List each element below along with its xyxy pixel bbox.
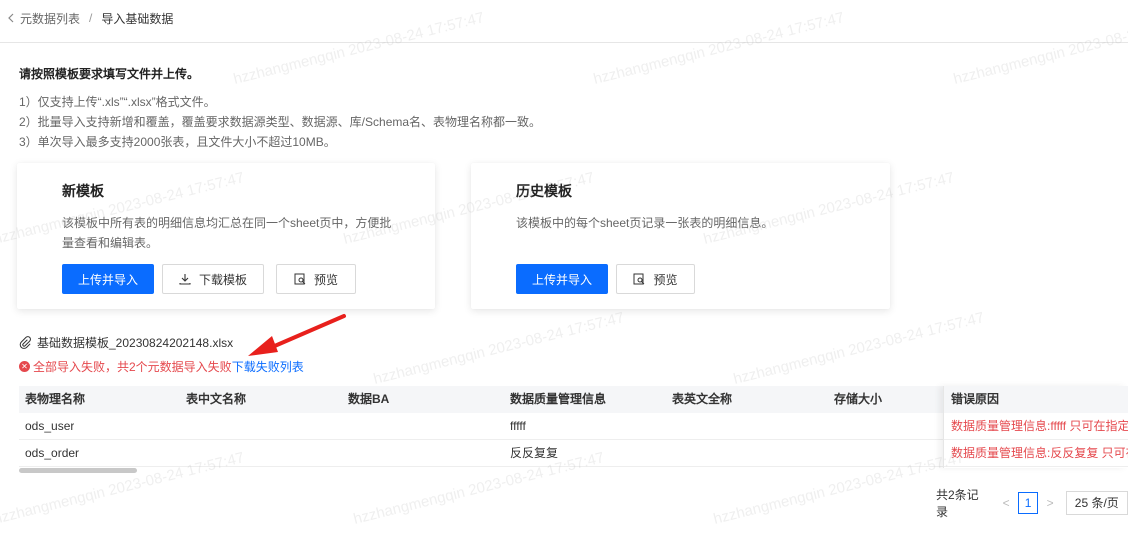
card-description: 该模板中的每个sheet页记录一张表的明细信息。 [516,216,774,230]
import-page: 元数据列表 / 导入基础数据 请按照模板要求填写文件并上传。 1）仅支持上传“.… [0,0,1128,534]
preview-button[interactable]: 预览 [616,264,695,294]
column-header: 表中文名称 [186,392,247,406]
import-result: ✕ 全部导入失败，共2个元数据导入失败 下载失败列表 [19,358,304,375]
new-template-card: 新模板 该模板中所有表的明细信息均汇总在同一个sheet页中，方便批量查看和编辑… [17,163,435,309]
instruction-item: 3）单次导入最多支持2000张表，且文件大小不超过10MB。 [19,135,336,149]
breadcrumb-back-link[interactable]: 元数据列表 [6,10,80,27]
watermark: hzzhangmengqin 2023-08-24 17:57:47 [591,9,846,88]
horizontal-scrollbar[interactable] [19,468,137,473]
column-header: 数据BA [348,392,390,406]
watermark: hzzhangmengqin 2023-08-24 17:57:47 [731,309,986,388]
download-icon [179,274,191,285]
file-name: 基础数据模板_20230824202148.xlsx [37,336,234,350]
preview-button[interactable]: 预览 [276,264,356,294]
watermark: hzzhangmengqin 2023-08-24 17:57:47 [231,9,486,88]
upload-import-button[interactable]: 上传并导入 [62,264,154,294]
preview-label: 预览 [313,272,338,287]
breadcrumb: 元数据列表 / 导入基础数据 [6,9,173,27]
instruction-item: 1）仅支持上传“.xls”“.xlsx”格式文件。 [19,95,216,109]
table-cell: ods_order [25,446,80,460]
paperclip-icon [19,336,31,349]
instructions-title: 请按照模板要求填写文件并上传。 [19,67,200,81]
table-cell: ods_user [25,419,75,433]
card-title: 历史模板 [516,183,572,199]
column-header: 数据质量管理信息 [510,392,607,406]
page-number[interactable]: 1 [1017,492,1039,514]
download-template-label: 下载模板 [198,272,247,287]
pagination: 共2条记录 < 1 > 25 条/页 [936,488,1128,519]
page-size-select[interactable]: 25 条/页 [1065,491,1128,515]
prev-page-icon[interactable]: < [998,496,1013,510]
table-cell: fffff [510,419,526,433]
breadcrumb-current: 导入基础数据 [101,11,174,26]
next-page-icon[interactable]: > [1042,496,1057,510]
preview-icon [294,273,306,285]
preview-icon [633,273,645,285]
download-template-button[interactable]: 下载模板 [162,264,264,294]
fixed-column-shadow [943,386,1128,468]
total-records: 共2条记录 [936,488,979,519]
header-divider [0,42,1128,43]
column-header: 表物理名称 [25,392,86,406]
preview-label: 预览 [653,272,678,287]
watermark: hzzhangmengqin 2023-08-24 17:57:47 [951,9,1128,88]
card-description: 该模板中所有表的明细信息均汇总在同一个sheet页中，方便批量查看和编辑表。 [62,216,392,250]
watermark: hzzhangmengqin 2023-08-24 17:57:47 [371,309,626,388]
breadcrumb-back-label[interactable]: 元数据列表 [20,10,80,27]
card-title: 新模板 [62,183,104,199]
table-cell: 反反复复 [510,446,559,460]
error-icon: ✕ [19,361,30,372]
upload-import-button[interactable]: 上传并导入 [516,264,608,294]
chevron-left-icon [8,13,14,23]
column-header: 表英文全称 [672,392,733,406]
column-header: 存储大小 [834,392,883,406]
download-failed-list-link[interactable]: 下载失败列表 [232,358,304,375]
uploaded-file: 基础数据模板_20230824202148.xlsx [19,334,233,351]
instruction-item: 2）批量导入支持新增和覆盖，覆盖要求数据源类型、数据源、库/Schema名、表物… [19,115,542,129]
history-template-card: 历史模板 该模板中的每个sheet页记录一张表的明细信息。 上传并导入 预览 [471,163,890,309]
breadcrumb-separator: / [89,11,93,25]
annotation-arrow-icon [248,314,346,356]
error-message: 全部导入失败，共2个元数据导入失败 [33,360,232,374]
